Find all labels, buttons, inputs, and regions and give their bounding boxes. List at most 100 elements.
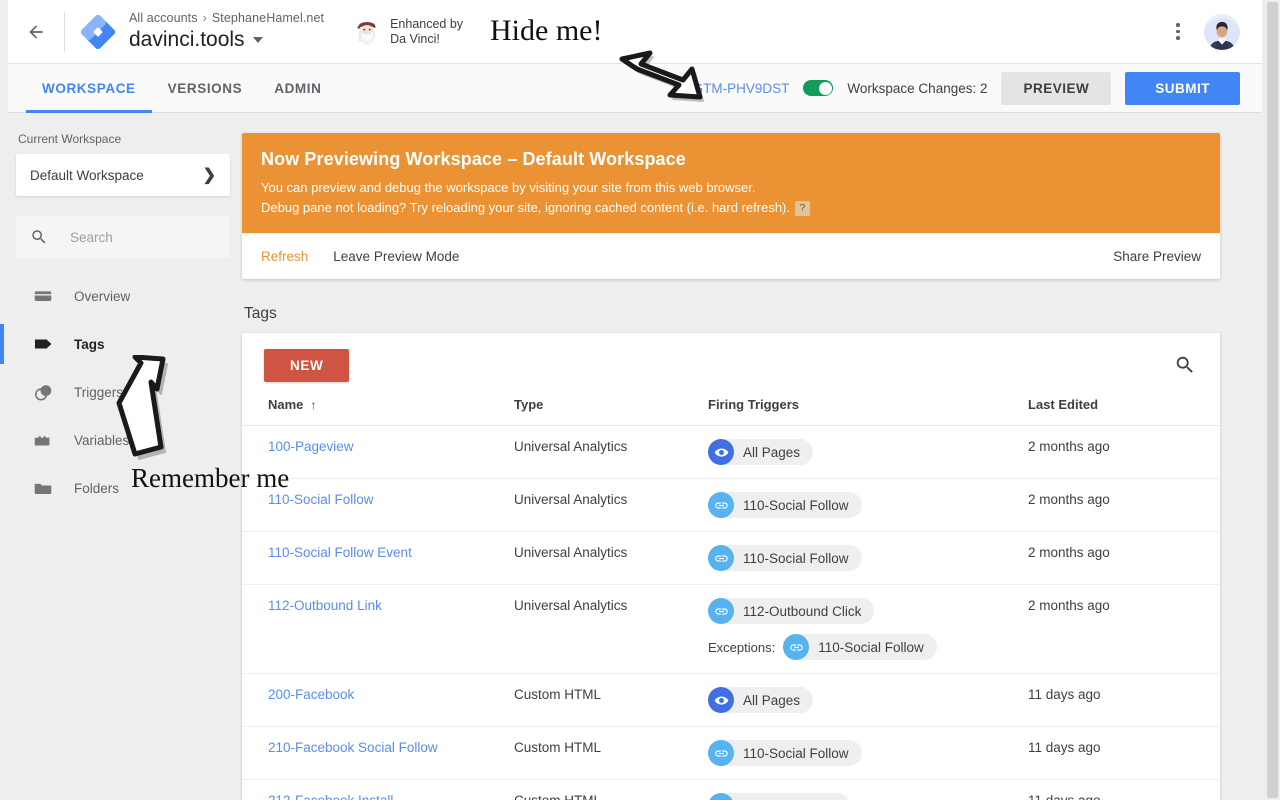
trigger-chip[interactable]: All Pages: [708, 687, 813, 713]
table-header-row: Name↑ Type Firing Triggers Last Edited: [242, 397, 1220, 426]
table-row[interactable]: 110-Social Follow EventUniversal Analyti…: [242, 532, 1220, 585]
overview-box-icon: [32, 285, 58, 307]
trigger-chip[interactable]: 110-Social Follow: [783, 634, 937, 660]
submit-button[interactable]: SUBMIT: [1125, 72, 1240, 105]
column-header-last-edited[interactable]: Last Edited: [1028, 397, 1220, 426]
cell-tag-name: 200-Facebook: [242, 674, 514, 727]
cell-firing-triggers: 114-Install Click: [708, 780, 1028, 800]
question-mark-icon[interactable]: ?: [795, 201, 810, 216]
sort-ascending-icon: ↑: [310, 398, 316, 412]
page-title: Tags: [244, 305, 1252, 323]
exceptions-label: Exceptions:: [708, 640, 775, 655]
preview-mode-toggle[interactable]: [803, 80, 833, 96]
table-row[interactable]: 210-Facebook Social FollowCustom HTML110…: [242, 727, 1220, 780]
tags-table: Name↑ Type Firing Triggers Last Edited 1…: [242, 397, 1220, 800]
current-workspace-label: Current Workspace: [8, 114, 240, 154]
trigger-chip[interactable]: 114-Install Click: [708, 793, 850, 800]
link-icon: [708, 740, 734, 766]
header-divider: [64, 12, 65, 52]
tag-name-link[interactable]: 200-Facebook: [268, 687, 354, 702]
link-icon: [783, 634, 809, 660]
table-row[interactable]: 212-Facebook InstallCustom HTML114-Insta…: [242, 780, 1220, 800]
container-selector[interactable]: davinci.tools: [129, 27, 324, 53]
tags-table-toolbar: NEW: [242, 333, 1220, 397]
more-vert-icon[interactable]: [1158, 12, 1198, 52]
tag-name-link[interactable]: 112-Outbound Link: [268, 598, 382, 613]
table-row[interactable]: 200-FacebookCustom HTMLAll Pages11 days …: [242, 674, 1220, 727]
workspace-selector[interactable]: Default Workspace ❯: [16, 154, 230, 196]
gtm-logo-icon[interactable]: [81, 15, 115, 49]
sidebar-item-overview[interactable]: Overview: [8, 272, 240, 320]
table-row[interactable]: 110-Social FollowUniversal Analytics110-…: [242, 479, 1220, 532]
share-preview-link[interactable]: Share Preview: [1113, 249, 1201, 264]
cell-tag-name: 110-Social Follow Event: [242, 532, 514, 585]
trigger-chip[interactable]: 110-Social Follow: [708, 545, 862, 571]
container-title-block: All accounts›StephaneHamel.net davinci.t…: [129, 10, 324, 53]
user-avatar-icon[interactable]: [1204, 14, 1240, 50]
breadcrumb-account[interactable]: StephaneHamel.net: [212, 11, 324, 25]
preview-banner: Now Previewing Workspace – Default Works…: [242, 133, 1220, 279]
cell-firing-triggers: 112-Outbound Click Exceptions: 110-Social …: [708, 585, 1028, 674]
sidebar-search[interactable]: Search: [16, 216, 230, 258]
cell-last-edited: 2 months ago: [1028, 426, 1220, 479]
page-scrollbar[interactable]: [1267, 2, 1278, 798]
table-row[interactable]: 100-PageviewUniversal AnalyticsAll Pages…: [242, 426, 1220, 479]
tab-versions[interactable]: VERSIONS: [152, 64, 259, 113]
new-tag-button[interactable]: NEW: [264, 349, 349, 382]
sidebar-item-folders[interactable]: Folders: [8, 464, 240, 512]
link-icon: [708, 598, 734, 624]
table-row[interactable]: 112-Outbound LinkUniversal Analytics112-…: [242, 585, 1220, 674]
sidebar-item-folders-label: Folders: [74, 481, 119, 496]
tabs-bar: WORKSPACE VERSIONS ADMIN GTM-PHV9DST Wor…: [8, 64, 1262, 113]
trigger-chip[interactable]: 110-Social Follow: [708, 740, 862, 766]
workspace-name: Default Workspace: [30, 168, 144, 183]
cell-firing-triggers: 110-Social Follow: [708, 532, 1028, 585]
trigger-chip-label: 110-Social Follow: [743, 551, 849, 566]
tag-name-link[interactable]: 100-Pageview: [268, 439, 354, 454]
tab-admin-label: ADMIN: [274, 81, 321, 96]
sidebar-item-tags[interactable]: Tags: [8, 320, 240, 368]
tags-table-head: Name↑ Type Firing Triggers Last Edited: [242, 397, 1220, 426]
cell-firing-triggers: All Pages: [708, 674, 1028, 727]
breadcrumb-all-accounts[interactable]: All accounts: [129, 11, 198, 25]
gtm-app-window: All accounts›StephaneHamel.net davinci.t…: [0, 0, 1280, 800]
window-left-margin: [0, 0, 8, 800]
sidebar-item-triggers[interactable]: Triggers: [8, 368, 240, 416]
tag-name-link[interactable]: 210-Facebook Social Follow: [268, 740, 438, 755]
link-icon: [708, 492, 734, 518]
cell-last-edited: 11 days ago: [1028, 727, 1220, 780]
link-icon: [708, 545, 734, 571]
preview-banner-line2: Debug pane not loading? Try reloading yo…: [261, 200, 790, 215]
tab-workspace[interactable]: WORKSPACE: [26, 64, 152, 113]
preview-button[interactable]: PREVIEW: [1001, 72, 1111, 105]
chevron-right-icon: ❯: [203, 165, 216, 185]
sidebar-item-variables-label: Variables: [74, 433, 129, 448]
chevron-down-icon: [253, 37, 263, 43]
trigger-chip[interactable]: 112-Outbound Click: [708, 598, 874, 624]
column-header-firing-triggers[interactable]: Firing Triggers: [708, 397, 1028, 426]
cell-tag-name: 110-Social Follow: [242, 479, 514, 532]
tag-name-link[interactable]: 212-Facebook Install: [268, 793, 393, 800]
tag-name-link[interactable]: 110-Social Follow Event: [268, 545, 412, 560]
triggers-circles-icon: [32, 381, 58, 404]
cell-firing-triggers: All Pages: [708, 426, 1028, 479]
tag-name-link[interactable]: 110-Social Follow: [268, 492, 374, 507]
preview-banner-actions: Refresh Leave Preview Mode Share Preview: [242, 233, 1220, 279]
davinci-badge[interactable]: Enhanced by Da Vinci!: [352, 17, 463, 47]
search-icon: [30, 228, 48, 246]
back-button[interactable]: [8, 0, 64, 64]
column-header-name[interactable]: Name↑: [242, 397, 514, 426]
cell-tag-type: Custom HTML: [514, 674, 708, 727]
trigger-chip-label: 110-Social Follow: [818, 640, 924, 655]
search-icon[interactable]: [1172, 352, 1198, 378]
trigger-chip[interactable]: 110-Social Follow: [708, 492, 862, 518]
leave-preview-mode-link[interactable]: Leave Preview Mode: [333, 249, 459, 264]
cell-firing-triggers: 110-Social Follow: [708, 727, 1028, 780]
tab-admin[interactable]: ADMIN: [258, 64, 337, 113]
refresh-link[interactable]: Refresh: [261, 249, 308, 264]
preview-banner-line2-wrap: Debug pane not loading? Try reloading yo…: [261, 199, 1201, 217]
trigger-chip[interactable]: All Pages: [708, 439, 813, 465]
column-header-type[interactable]: Type: [514, 397, 708, 426]
gtm-container-id[interactable]: GTM-PHV9DST: [693, 81, 790, 96]
sidebar-item-variables[interactable]: Variables: [8, 416, 240, 464]
